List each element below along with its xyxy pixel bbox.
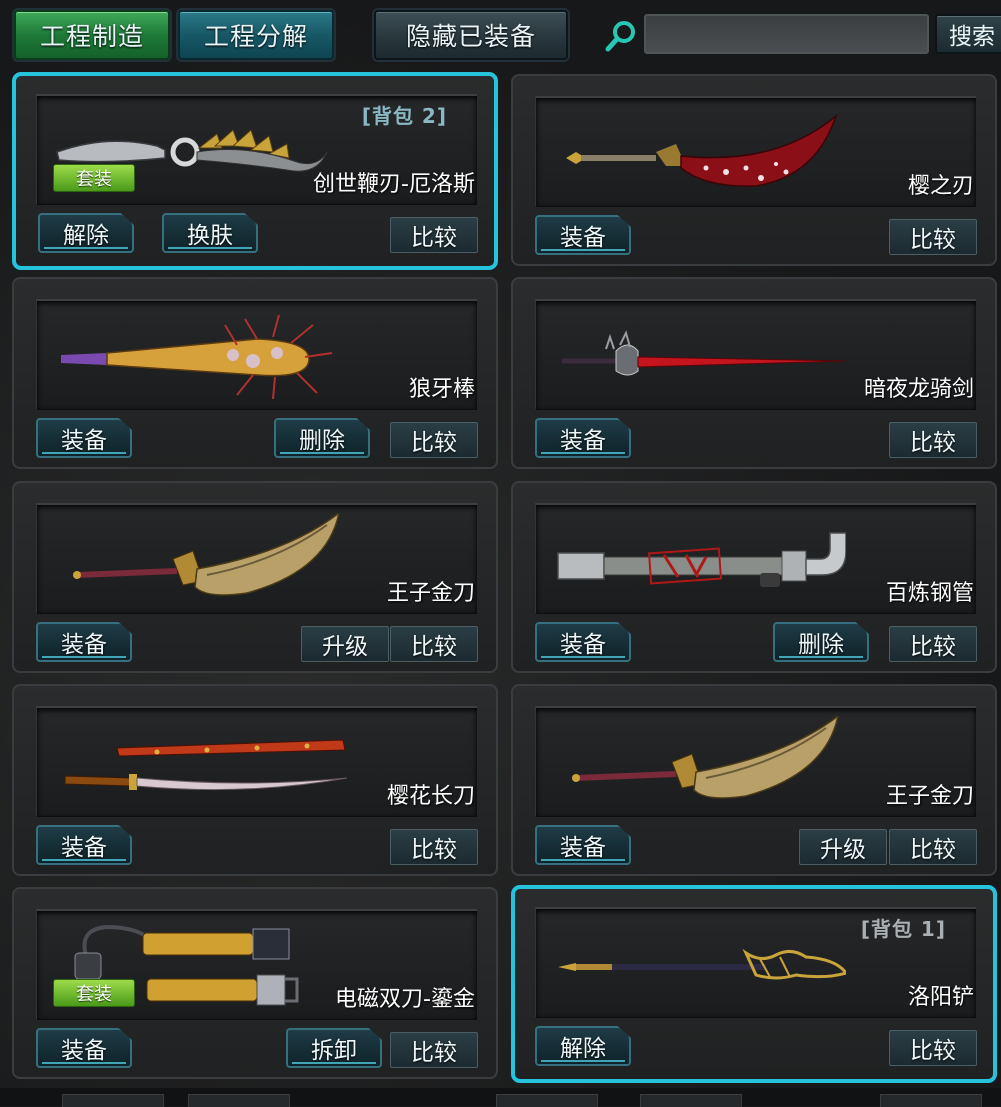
- weapon-preview: [背包 2] 套装 创世鞭刃-厄洛斯: [36, 94, 477, 205]
- weapon-name: 暗夜龙骑剑: [863, 377, 974, 402]
- weapon-name: 樱之刃: [907, 174, 974, 199]
- weapon-card[interactable]: 狼牙棒 装备 删除 比较: [12, 277, 498, 469]
- decompose-button[interactable]: 工程分解: [178, 10, 334, 60]
- equip-button[interactable]: 装备: [535, 215, 631, 255]
- search-icon[interactable]: [603, 18, 639, 54]
- compare-button[interactable]: 比较: [390, 217, 478, 253]
- weapon-card[interactable]: 王子金刀 装备 升级 比较: [511, 684, 997, 876]
- detach-button[interactable]: 拆卸: [286, 1028, 382, 1068]
- weapon-name: 洛阳铲: [907, 985, 974, 1010]
- unequip-button[interactable]: 解除: [535, 1026, 631, 1066]
- weapon-preview: 套装 电磁双刀-鎏金: [36, 909, 477, 1020]
- golden-dao-icon: [572, 716, 839, 799]
- weapon-card[interactable]: 王子金刀 装备 升级 比较: [12, 481, 498, 673]
- spiked-bat-icon: [61, 314, 333, 400]
- weapon-preview: 暗夜龙骑剑: [535, 299, 976, 410]
- compare-button[interactable]: 比较: [889, 829, 977, 865]
- equip-button[interactable]: 装备: [36, 622, 132, 662]
- weapon-name: 电磁双刀-鎏金: [335, 987, 475, 1012]
- set-badge: 套装: [53, 164, 135, 192]
- upgrade-button[interactable]: 升级: [301, 626, 389, 662]
- hide-equipped-button[interactable]: 隐藏已装备: [374, 10, 568, 60]
- compare-button[interactable]: 比较: [889, 626, 977, 662]
- weapon-name: 百炼钢管: [885, 581, 974, 606]
- compare-button[interactable]: 比较: [390, 626, 478, 662]
- weapon-card[interactable]: [背包 2] 套装 创世鞭刃-厄洛斯 解除 换肤 比较: [12, 72, 498, 270]
- weapon-name: 创世鞭刃-厄洛斯: [313, 172, 475, 197]
- upgrade-button[interactable]: 升级: [799, 829, 887, 865]
- set-badge: 套装: [53, 979, 135, 1007]
- equip-button[interactable]: 装备: [36, 1028, 132, 1068]
- weapon-card[interactable]: 暗夜龙骑剑 装备 比较: [511, 277, 997, 469]
- weapon-name: 狼牙棒: [408, 377, 475, 402]
- weapon-preview: 王子金刀: [36, 503, 477, 614]
- equip-button[interactable]: 装备: [36, 418, 132, 458]
- weapon-name: 樱花长刀: [386, 784, 475, 809]
- search-input[interactable]: [644, 14, 929, 54]
- compare-button[interactable]: 比较: [390, 422, 478, 458]
- weapon-preview: 樱花长刀: [36, 706, 477, 817]
- search-button[interactable]: 搜索: [935, 14, 1001, 54]
- bag-slot-tag: [背包 2]: [361, 104, 447, 128]
- toolbar: 工程制造 工程分解 隐藏已装备 搜索: [0, 0, 1001, 70]
- delete-button[interactable]: 删除: [274, 418, 370, 458]
- weapon-preview: 樱之刃: [535, 96, 976, 207]
- katana-icon: [64, 739, 347, 791]
- bottom-bar: [0, 1088, 1001, 1107]
- weapon-name: 王子金刀: [885, 784, 974, 809]
- weapon-preview: 王子金刀: [535, 706, 976, 817]
- delete-button[interactable]: 删除: [773, 622, 869, 662]
- compare-button[interactable]: 比较: [390, 1032, 478, 1068]
- unequip-button[interactable]: 解除: [38, 213, 134, 253]
- bag-slot-tag: [背包 1]: [860, 917, 946, 941]
- change-skin-button[interactable]: 换肤: [162, 213, 258, 253]
- compare-button[interactable]: 比较: [390, 829, 478, 865]
- compare-button[interactable]: 比较: [889, 422, 977, 458]
- golden-dao-icon: [73, 513, 340, 596]
- equip-button[interactable]: 装备: [535, 825, 631, 865]
- craft-button[interactable]: 工程制造: [14, 10, 170, 60]
- weapon-card[interactable]: 套装 电磁双刀-鎏金 装备 拆卸 比较: [12, 887, 498, 1079]
- bag-slot-label: 背包 1: [870, 917, 936, 941]
- weapon-card[interactable]: [背包 1] 洛阳铲 解除 比较: [511, 885, 997, 1083]
- weapon-name: 王子金刀: [386, 581, 475, 606]
- luoyang-shovel-icon: [558, 948, 846, 980]
- equip-button[interactable]: 装备: [535, 418, 631, 458]
- compare-button[interactable]: 比较: [889, 219, 977, 255]
- compare-button[interactable]: 比较: [889, 1030, 977, 1066]
- weapon-card[interactable]: 百炼钢管 装备 删除 比较: [511, 481, 997, 673]
- weapon-preview: [背包 1] 洛阳铲: [535, 907, 976, 1018]
- weapon-preview: 百炼钢管: [535, 503, 976, 614]
- red-long-sword-icon: [562, 330, 846, 376]
- crimson-curved-blade-icon: [566, 113, 838, 187]
- equip-button[interactable]: 装备: [535, 622, 631, 662]
- weapon-preview: 狼牙棒: [36, 299, 477, 410]
- weapon-card[interactable]: 樱花长刀 装备 比较: [12, 684, 498, 876]
- equip-button[interactable]: 装备: [36, 825, 132, 865]
- bag-slot-label: 背包 2: [371, 104, 437, 128]
- steel-pipe-icon: [557, 532, 846, 587]
- weapon-card[interactable]: 樱之刃 装备 比较: [511, 74, 997, 266]
